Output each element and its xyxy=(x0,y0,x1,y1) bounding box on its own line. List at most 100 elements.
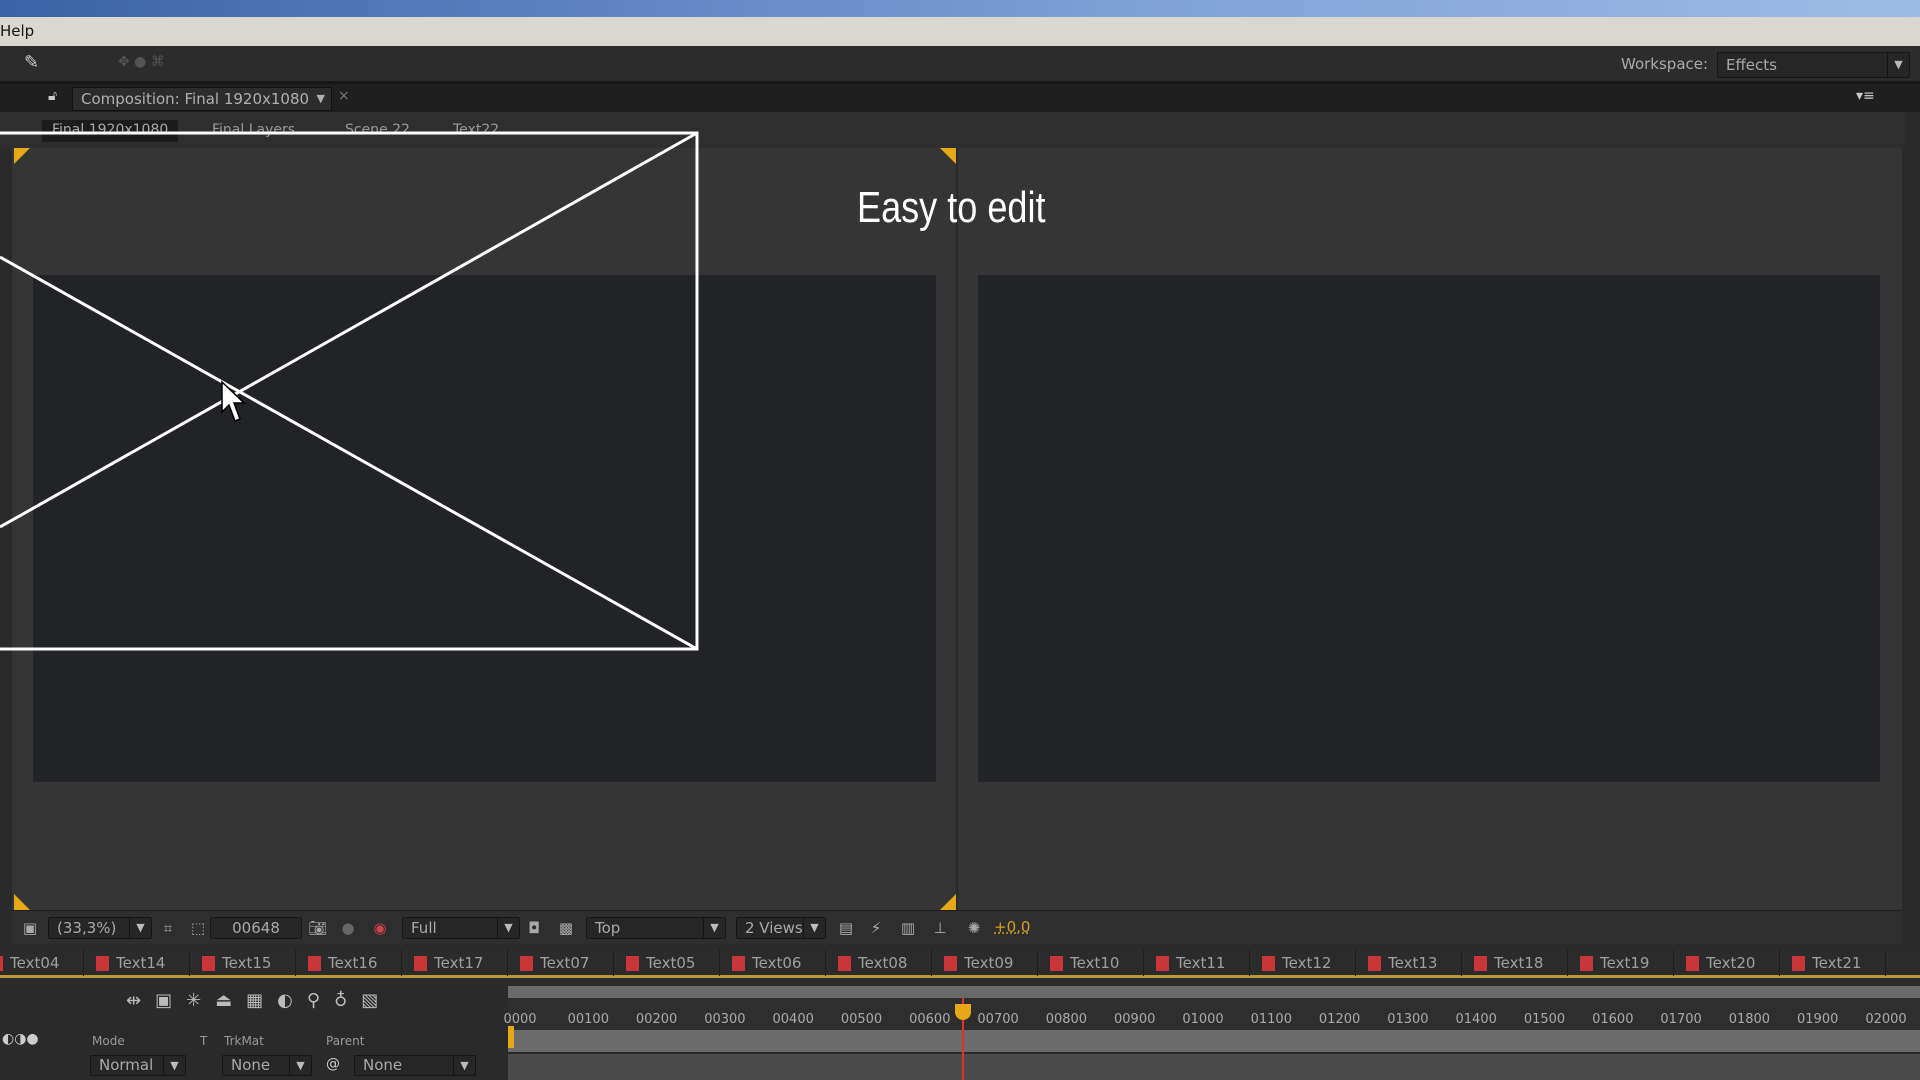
label-color-swatch xyxy=(414,956,427,971)
work-area-start[interactable] xyxy=(508,1026,514,1048)
ruler-tick-label: 00300 xyxy=(704,1012,746,1027)
ruler-tick-label: 01700 xyxy=(1660,1012,1702,1027)
layer-tab[interactable]: Text11 xyxy=(1144,950,1250,976)
label-color-swatch xyxy=(0,956,3,971)
parent-value: None xyxy=(363,1056,403,1074)
resolution-dropdown[interactable]: Full ▼ xyxy=(402,917,520,939)
magnification-dropdown[interactable]: (33,3%) ▼ xyxy=(48,917,152,939)
diagonal-line xyxy=(0,255,698,651)
layer-tab[interactable]: Text21 xyxy=(1780,950,1886,976)
layer-tab-label: Text18 xyxy=(1494,954,1544,972)
exposure-value[interactable]: +0,0 xyxy=(994,917,1030,939)
exposure-icon[interactable]: ✺ xyxy=(964,918,984,938)
layer-tab-label: Text09 xyxy=(964,954,1014,972)
layer-tab[interactable]: Text13 xyxy=(1356,950,1462,976)
overlay-text[interactable]: Easy to edit xyxy=(857,183,1046,233)
column-header-t[interactable]: T xyxy=(200,1034,207,1048)
layer-tab[interactable]: Text07 xyxy=(508,950,614,976)
layer-tab-label: Text21 xyxy=(1812,954,1862,972)
chevron-down-icon: ▼ xyxy=(453,1056,475,1075)
mode-dropdown[interactable]: Normal ▼ xyxy=(90,1055,186,1076)
layer-tab[interactable]: Text18 xyxy=(1462,950,1568,976)
layer-tab[interactable]: Text20 xyxy=(1674,950,1780,976)
layer-tab-label: Text13 xyxy=(1388,954,1438,972)
label-color-swatch xyxy=(1156,956,1169,971)
trkmat-dropdown[interactable]: None ▼ xyxy=(222,1055,312,1076)
camera-icon[interactable]: 📷︎ xyxy=(308,918,328,938)
layer-tab-label: Text08 xyxy=(858,954,908,972)
color-channels-icon[interactable]: ◉ xyxy=(370,918,390,938)
ruler-tick-label: 01500 xyxy=(1523,1012,1566,1027)
layer-tab[interactable]: Text10 xyxy=(1038,950,1144,976)
timeline-track[interactable] xyxy=(508,1030,1920,1052)
ruler-tick-label: 00400 xyxy=(772,1012,814,1027)
layer-tab[interactable]: Text15 xyxy=(190,950,296,976)
chevron-down-icon: ▼ xyxy=(289,1056,311,1075)
layer-tab-label: Text20 xyxy=(1706,954,1756,972)
views-value: 2 Views xyxy=(745,919,803,937)
layer-tab[interactable]: Text19 xyxy=(1568,950,1674,976)
column-header-parent[interactable]: Parent xyxy=(326,1034,364,1048)
view-value: Top xyxy=(595,919,621,937)
label-color-swatch xyxy=(1474,956,1487,971)
layer-tab[interactable]: Text16 xyxy=(296,950,402,976)
trkmat-value: None xyxy=(231,1056,271,1074)
layer-tab-label: Text16 xyxy=(328,954,378,972)
label-color-swatch xyxy=(944,956,957,971)
ruler-tick-label: 01400 xyxy=(1455,1012,1497,1027)
view-dropdown[interactable]: Top ▼ xyxy=(586,917,726,939)
layer-tab-label: Text12 xyxy=(1282,954,1332,972)
label-color-swatch xyxy=(732,956,745,971)
current-time-field[interactable]: 00648 xyxy=(210,917,302,939)
column-header-mode[interactable]: Mode xyxy=(92,1034,125,1048)
layer-tab[interactable]: Text12 xyxy=(1250,950,1356,976)
layer-tab[interactable]: Text17 xyxy=(402,950,508,976)
chevron-down-icon: ▼ xyxy=(803,918,825,938)
label-color-swatch xyxy=(96,956,109,971)
label-color-swatch xyxy=(838,956,851,971)
timeline-track[interactable] xyxy=(508,1054,1920,1080)
timeline-switches: ⇹▣✳︎⏏▦◐⚲♁▧ xyxy=(126,990,393,1011)
mask-toggle-icon[interactable]: ⬚ xyxy=(188,918,208,938)
transparency-grid-icon[interactable]: ▩ xyxy=(556,918,576,938)
label-color-swatch xyxy=(308,956,321,971)
chevron-down-icon: ▼ xyxy=(497,918,519,938)
layer-tab[interactable]: Text09 xyxy=(932,950,1038,976)
layer-tab[interactable]: Text06 xyxy=(720,950,826,976)
toggle-pixel-icon[interactable]: ▤ xyxy=(836,918,856,938)
layer-tab[interactable]: Text08 xyxy=(826,950,932,976)
layer-tab[interactable]: Text14 xyxy=(84,950,190,976)
region-icon[interactable]: ▣ xyxy=(20,918,40,938)
ruler-tick-label: 01900 xyxy=(1797,1012,1839,1027)
label-color-swatch xyxy=(1050,956,1063,971)
fast-previews-icon[interactable]: ⚡︎ xyxy=(866,918,886,938)
playhead-handle-icon[interactable] xyxy=(954,1004,971,1020)
parent-dropdown[interactable]: None ▼ xyxy=(354,1055,476,1076)
ruler-tick-label: 01100 xyxy=(1250,1012,1292,1027)
pickwhip-icon[interactable]: @ xyxy=(326,1056,340,1072)
label-color-swatch xyxy=(202,956,215,971)
ruler-tick-label: 01000 xyxy=(1182,1012,1224,1027)
bounding-rect xyxy=(0,131,699,651)
label-color-swatch xyxy=(626,956,639,971)
label-color-swatch xyxy=(1792,956,1805,971)
person-icon[interactable]: ● xyxy=(338,918,358,938)
timecode: 00648 xyxy=(232,919,280,937)
fast-preview-icon[interactable]: ◘ xyxy=(524,918,544,938)
av-switch-icons: ◐◑● xyxy=(2,1031,39,1047)
safe-margins-icon[interactable]: ⌗ xyxy=(158,918,178,938)
work-area-bar[interactable] xyxy=(508,986,1920,998)
layer-tab-label: Text11 xyxy=(1176,954,1226,972)
label-color-swatch xyxy=(1368,956,1381,971)
flowchart-icon[interactable]: ⊥ xyxy=(930,918,950,938)
ruler-tick-label: 01300 xyxy=(1387,1012,1429,1027)
layer-tab[interactable]: Text04 xyxy=(0,950,84,976)
layer-tab-label: Text05 xyxy=(646,954,696,972)
ruler-tick-label: 00600 xyxy=(909,1012,951,1027)
view-layout-dropdown[interactable]: 2 Views ▼ xyxy=(736,917,826,939)
timeline-icon[interactable]: ▥ xyxy=(898,918,918,938)
layer-tab-label: Text15 xyxy=(222,954,272,972)
layer-tab[interactable]: Text05 xyxy=(614,950,720,976)
column-header-trkmat[interactable]: TrkMat xyxy=(224,1034,264,1048)
zoom-value: (33,3%) xyxy=(57,919,117,937)
